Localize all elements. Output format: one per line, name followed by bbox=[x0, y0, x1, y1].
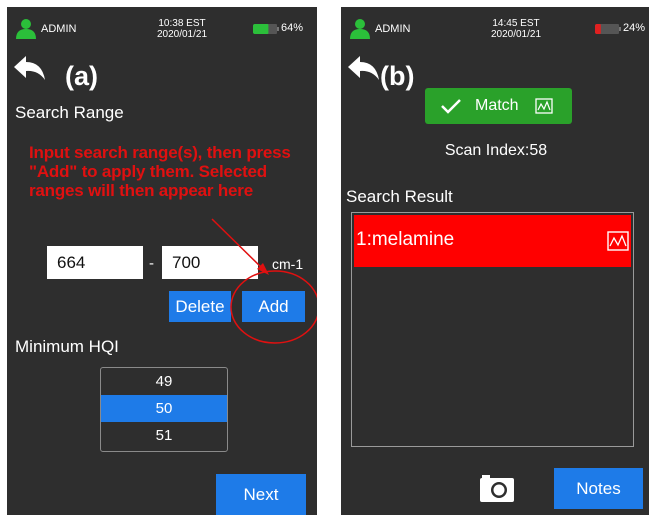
result-item[interactable]: 1:melamine bbox=[354, 215, 631, 267]
user-label: ADMIN bbox=[375, 23, 411, 35]
time-text: 14:45 EST bbox=[492, 18, 540, 29]
result-item-label: 1:melamine bbox=[356, 229, 455, 250]
hqi-option[interactable]: 51 bbox=[101, 422, 227, 449]
camera-icon[interactable] bbox=[478, 472, 516, 504]
next-button[interactable]: Next bbox=[216, 474, 306, 515]
user-icon bbox=[350, 19, 370, 39]
spectrum-icon[interactable] bbox=[607, 231, 629, 251]
battery-icon bbox=[595, 24, 621, 34]
spectrum-icon bbox=[535, 98, 553, 114]
search-result-label: Search Result bbox=[346, 187, 453, 206]
hqi-option-selected[interactable]: 50 bbox=[101, 395, 227, 422]
hqi-option[interactable]: 49 bbox=[101, 368, 227, 395]
panel-tag: (b) bbox=[380, 61, 415, 91]
scan-index: Scan Index:58 bbox=[444, 142, 548, 159]
match-label: Match bbox=[475, 97, 519, 114]
hqi-picker[interactable]: 49 50 51 bbox=[100, 367, 228, 452]
screen-search-result: ADMIN 14:45 EST 2020/01/21 24% (b) Match… bbox=[341, 7, 649, 515]
result-list: 1:melamine bbox=[351, 212, 634, 447]
check-icon bbox=[441, 99, 461, 114]
screen-search-range: ADMIN 10:38 EST 2020/01/21 64% (a) Searc… bbox=[7, 7, 317, 515]
date-text: 2020/01/21 bbox=[490, 29, 542, 40]
battery-percent: 24% bbox=[623, 22, 646, 34]
back-arrow-icon[interactable] bbox=[348, 56, 380, 82]
min-hqi-label: Minimum HQI bbox=[15, 337, 119, 356]
match-button[interactable]: Match bbox=[425, 88, 572, 124]
clock: 14:45 EST 2020/01/21 bbox=[471, 18, 561, 40]
status-bar: ADMIN 14:45 EST 2020/01/21 24% bbox=[341, 7, 649, 45]
notes-button[interactable]: Notes bbox=[554, 468, 643, 509]
